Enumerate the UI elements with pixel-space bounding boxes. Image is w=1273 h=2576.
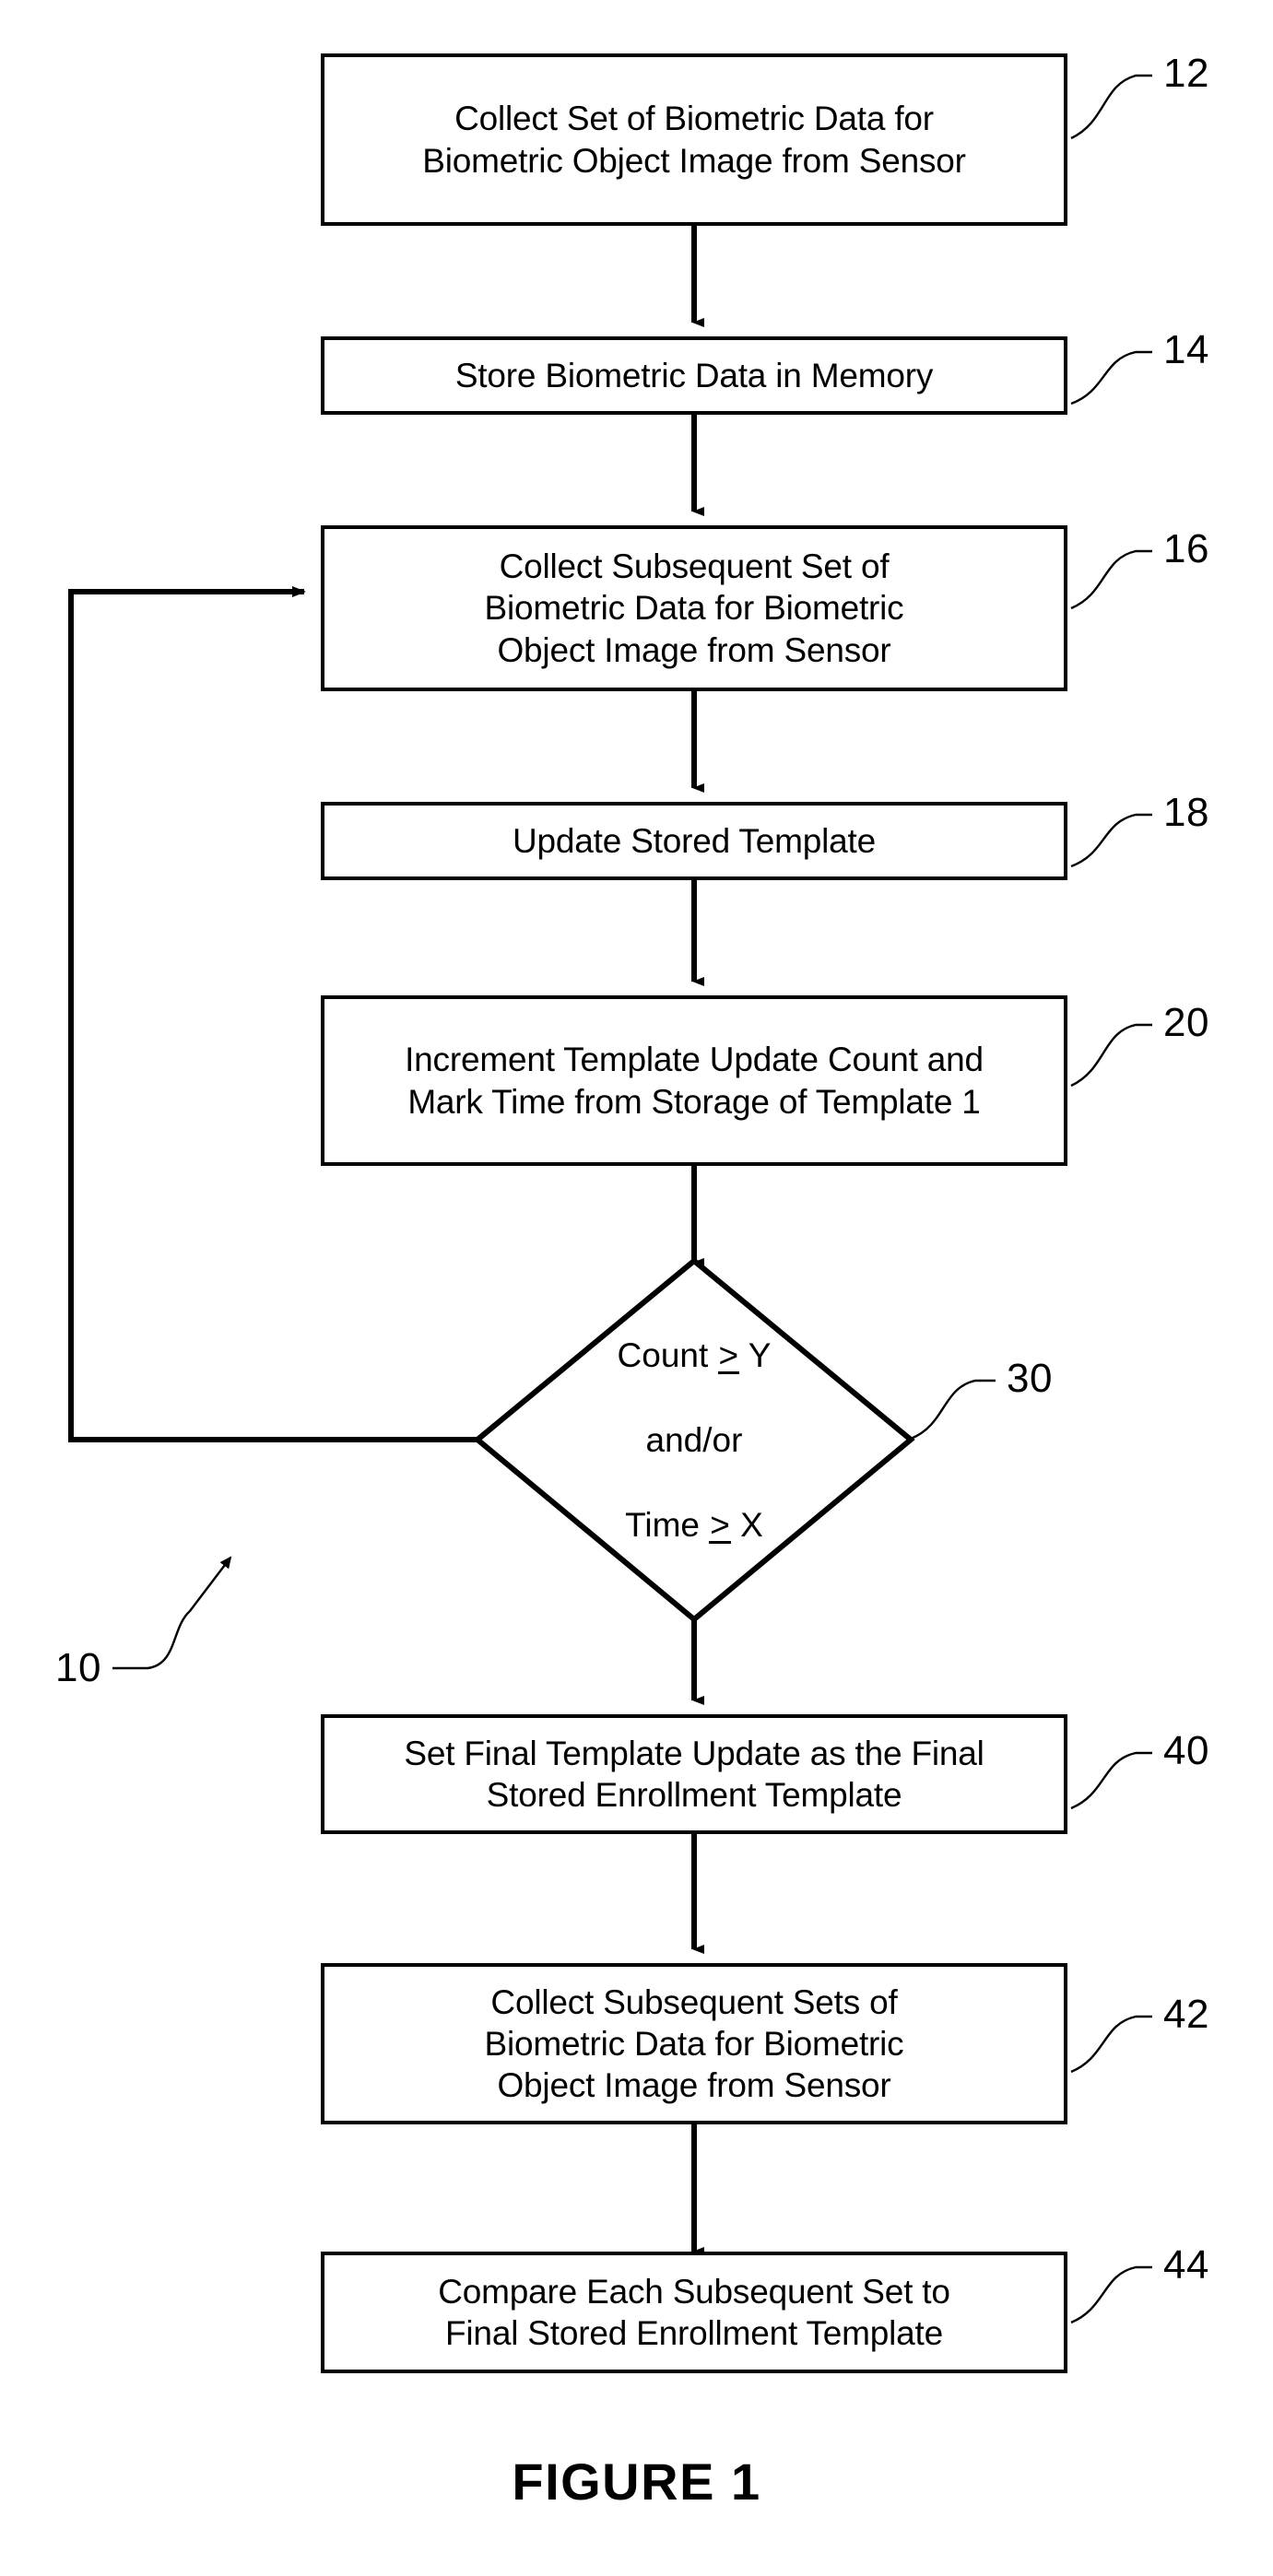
process-node-14[interactable]: Store Biometric Data in Memory — [321, 336, 1067, 415]
process-node-18-label: Update Stored Template — [513, 821, 876, 860]
process-node-20[interactable]: Increment Template Update Count and Mark… — [321, 995, 1067, 1166]
process-node-16-label: Collect Subsequent Set of Biometric Data… — [484, 547, 904, 669]
greater-equal-symbol-2: > — [709, 1505, 731, 1544]
decision-line-3: Time > X — [625, 1505, 763, 1544]
patent-figure: Collect Set of Biometric Data for Biomet… — [0, 0, 1273, 2576]
decision-node-30-label: Count > Y and/or Time > X — [617, 1292, 772, 1588]
leader-line-12 — [1070, 74, 1152, 140]
leader-line-18 — [1070, 813, 1152, 868]
reference-numeral-16: 16 — [1163, 526, 1209, 571]
leader-line-14 — [1070, 350, 1152, 406]
process-node-20-label: Increment Template Update Count and Mark… — [405, 1041, 984, 1121]
process-node-16[interactable]: Collect Subsequent Set of Biometric Data… — [321, 525, 1067, 691]
reference-numeral-30: 30 — [1007, 1356, 1053, 1401]
leader-line-42 — [1070, 2015, 1152, 2074]
process-node-40[interactable]: Set Final Template Update as the Final S… — [321, 1714, 1067, 1834]
decision-line-2: and/or — [645, 1421, 743, 1460]
process-node-18[interactable]: Update Stored Template — [321, 802, 1067, 880]
reference-numeral-12: 12 — [1163, 51, 1209, 96]
leader-line-30 — [910, 1379, 996, 1441]
decision-line-1: Count > Y — [617, 1336, 772, 1375]
figure-caption: FIGURE 1 — [512, 2452, 761, 2511]
process-node-44[interactable]: Compare Each Subsequent Set to Final Sto… — [321, 2252, 1067, 2373]
reference-numeral-18: 18 — [1163, 790, 1209, 835]
reference-numeral-40: 40 — [1163, 1728, 1209, 1773]
leader-line-44 — [1070, 2265, 1152, 2324]
process-node-42-label: Collect Subsequent Sets of Biometric Dat… — [484, 1982, 904, 2105]
process-node-40-label: Set Final Template Update as the Final S… — [404, 1734, 984, 1814]
reference-numeral-10: 10 — [55, 1645, 101, 1690]
leader-line-20 — [1070, 1023, 1152, 1088]
process-node-14-label: Store Biometric Data in Memory — [454, 356, 934, 394]
process-node-44-label: Compare Each Subsequent Set to Final Sto… — [438, 2272, 950, 2352]
decision-node-30[interactable]: Count > Y and/or Time > X — [477, 1261, 911, 1620]
reference-numeral-42: 42 — [1163, 1992, 1209, 2037]
process-node-12[interactable]: Collect Set of Biometric Data for Biomet… — [321, 53, 1067, 226]
leader-line-10 — [112, 1556, 232, 1670]
reference-numeral-14: 14 — [1163, 327, 1209, 372]
greater-equal-symbol: > — [717, 1336, 740, 1375]
leader-line-40 — [1070, 1751, 1152, 1810]
process-node-42[interactable]: Collect Subsequent Sets of Biometric Dat… — [321, 1963, 1067, 2124]
leader-line-16 — [1070, 549, 1152, 610]
process-node-12-label: Collect Set of Biometric Data for Biomet… — [422, 100, 966, 180]
reference-numeral-44: 44 — [1163, 2242, 1209, 2288]
reference-numeral-20: 20 — [1163, 1000, 1209, 1045]
